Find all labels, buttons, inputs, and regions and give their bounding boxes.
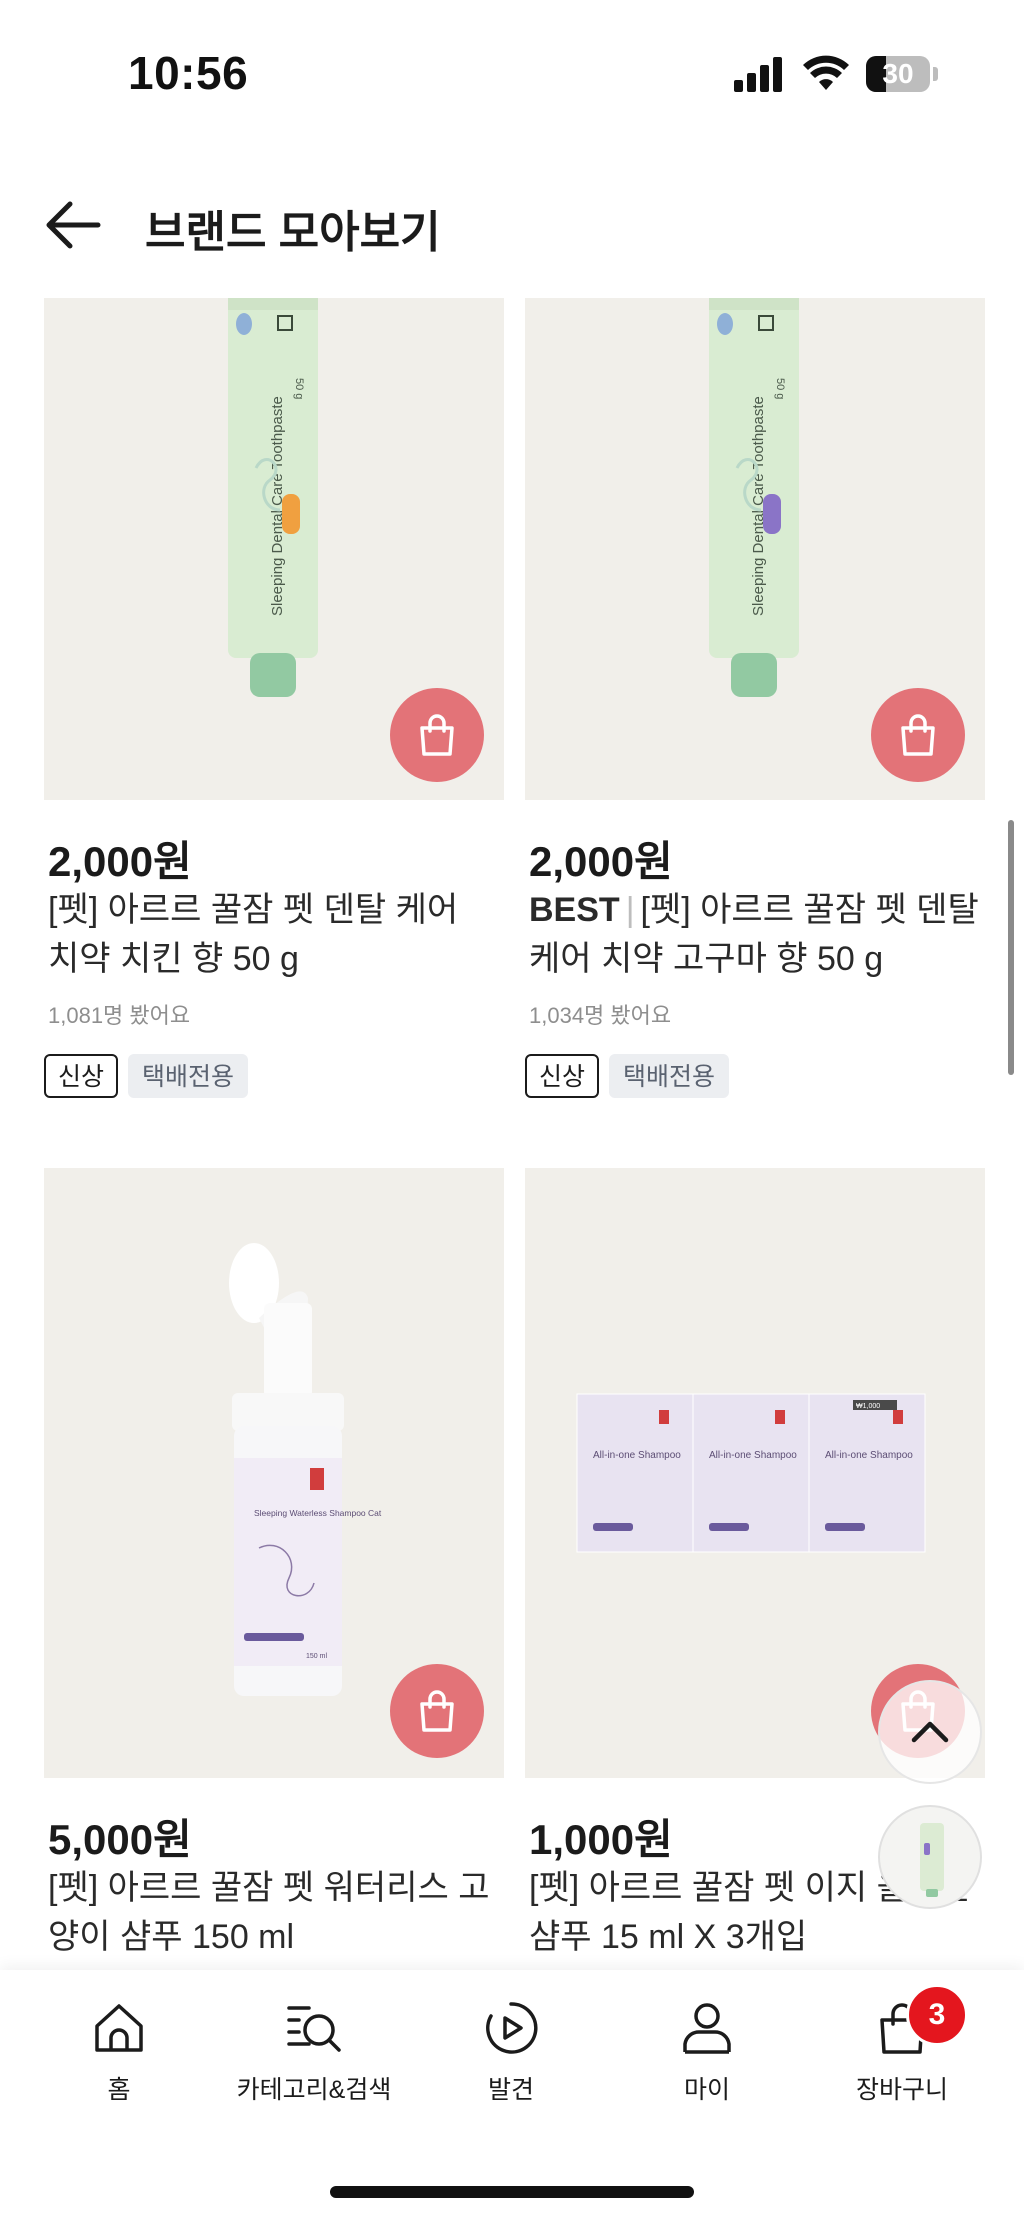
package-label: All-in-one Shampoo — [825, 1450, 913, 1461]
tab-category-search[interactable]: 카테고리&검색 — [224, 1970, 404, 2120]
recent-product-thumbnail — [920, 1823, 944, 1897]
tab-label: 홈 — [107, 2076, 131, 2104]
best-label: BEST — [529, 891, 620, 929]
tag-list: 신상 택배전용 — [525, 1054, 730, 1098]
tab-label: 마이 — [683, 2076, 730, 2104]
category-search-icon — [287, 2006, 341, 2052]
package-weight: 50 g — [293, 378, 305, 399]
shopping-bag-icon — [901, 714, 935, 756]
tag-new: 신상 — [44, 1054, 119, 1098]
chevron-up-icon — [911, 1721, 949, 1743]
product-price: 2,000원 — [529, 838, 673, 885]
product-name-text: [펫] 아르르 꿀잠 펫 워터리스 고양이 샴푸 150 ml — [48, 1869, 490, 1956]
tag-delivery-only: 택배전용 — [609, 1054, 730, 1098]
tab-label: 발견 — [487, 2076, 534, 2104]
tab-label: 장바구니 — [855, 2076, 948, 2104]
product-card[interactable]: Sleeping Waterless Shampoo Cat 150 ml 5,… — [44, 1168, 504, 1968]
product-price: 5,000원 — [48, 1816, 192, 1863]
product-price: 2,000원 — [48, 838, 192, 885]
package-price-sticker: ₩1,000 — [856, 1403, 880, 1410]
tag-delivery-only: 택배전용 — [128, 1054, 249, 1098]
product-views: 1,034명 봤어요 — [529, 1003, 672, 1028]
product-views: 1,081명 봤어요 — [48, 1003, 191, 1028]
home-indicator[interactable] — [330, 2186, 694, 2198]
product-card[interactable]: Sleeping Dental Care Toothpaste 50 g 2,0… — [44, 298, 504, 1098]
product-image[interactable]: Sleeping Waterless Shampoo Cat 150 ml — [44, 1168, 504, 1778]
discover-play-icon — [486, 2002, 538, 2054]
tab-label: 카테고리&검색 — [236, 2076, 392, 2104]
product-grid: Sleeping Dental Care Toothpaste 50 g 2,0… — [0, 0, 1024, 2220]
tab-home[interactable]: 홈 — [29, 1970, 209, 2120]
product-name[interactable]: [펫] 아르르 꿀잠 펫 덴탈 케어 치약 치킨 향 50 g — [48, 886, 498, 984]
product-name[interactable]: [펫] 아르르 꿀잠 펫 워터리스 고양이 샴푸 150 ml — [48, 1864, 498, 1962]
package-label: All-in-one Shampoo — [709, 1450, 797, 1461]
package-volume: 150 ml — [306, 1653, 327, 1660]
recently-viewed-button[interactable] — [878, 1805, 982, 1909]
product-name[interactable]: BEST | [펫] 아르르 꿀잠 펫 덴탈 케어 치약 고구마 향 50 g — [529, 886, 979, 984]
tab-discover[interactable]: 발견 — [421, 1970, 601, 2120]
add-to-cart-button[interactable] — [871, 688, 965, 782]
product-image[interactable]: Sleeping Dental Care Toothpaste 50 g — [525, 298, 985, 800]
tab-my[interactable]: 마이 — [617, 1970, 797, 2120]
package-label: Sleeping Waterless Shampoo Cat — [254, 1508, 382, 1518]
product-image[interactable]: Sleeping Dental Care Toothpaste 50 g — [44, 298, 504, 800]
person-icon — [683, 2003, 731, 2054]
screen: 10:56 30 브랜드 모아보기 Sleeping Dental Care T… — [0, 0, 1024, 2220]
package-label: All-in-one Shampoo — [593, 1450, 681, 1461]
tag-list: 신상 택배전용 — [44, 1054, 249, 1098]
product-price: 1,000원 — [529, 1816, 673, 1863]
add-to-cart-button[interactable] — [390, 688, 484, 782]
shopping-bag-icon — [420, 714, 454, 756]
scroll-to-top-button[interactable] — [878, 1680, 982, 1784]
cart-count-badge: 3 — [906, 1984, 968, 2046]
shopping-bag-icon — [420, 1690, 454, 1732]
best-separator: | — [625, 891, 635, 929]
tab-cart[interactable]: 장바구니 — [812, 1970, 992, 2120]
tag-new: 신상 — [525, 1054, 600, 1098]
home-icon — [95, 2004, 143, 2052]
bottom-tab-bar: 홈 카테고리&검색 발견 마이 장바구니 3 — [0, 1970, 1024, 2220]
add-to-cart-button[interactable] — [390, 1664, 484, 1758]
product-name-text: [펫] 아르르 꿀잠 펫 덴탈 케어 치약 치킨 향 50 g — [48, 891, 459, 978]
scrollbar[interactable] — [1008, 820, 1014, 1075]
product-card[interactable]: Sleeping Dental Care Toothpaste 50 g 2,0… — [525, 298, 985, 1098]
package-weight: 50 g — [774, 378, 786, 399]
